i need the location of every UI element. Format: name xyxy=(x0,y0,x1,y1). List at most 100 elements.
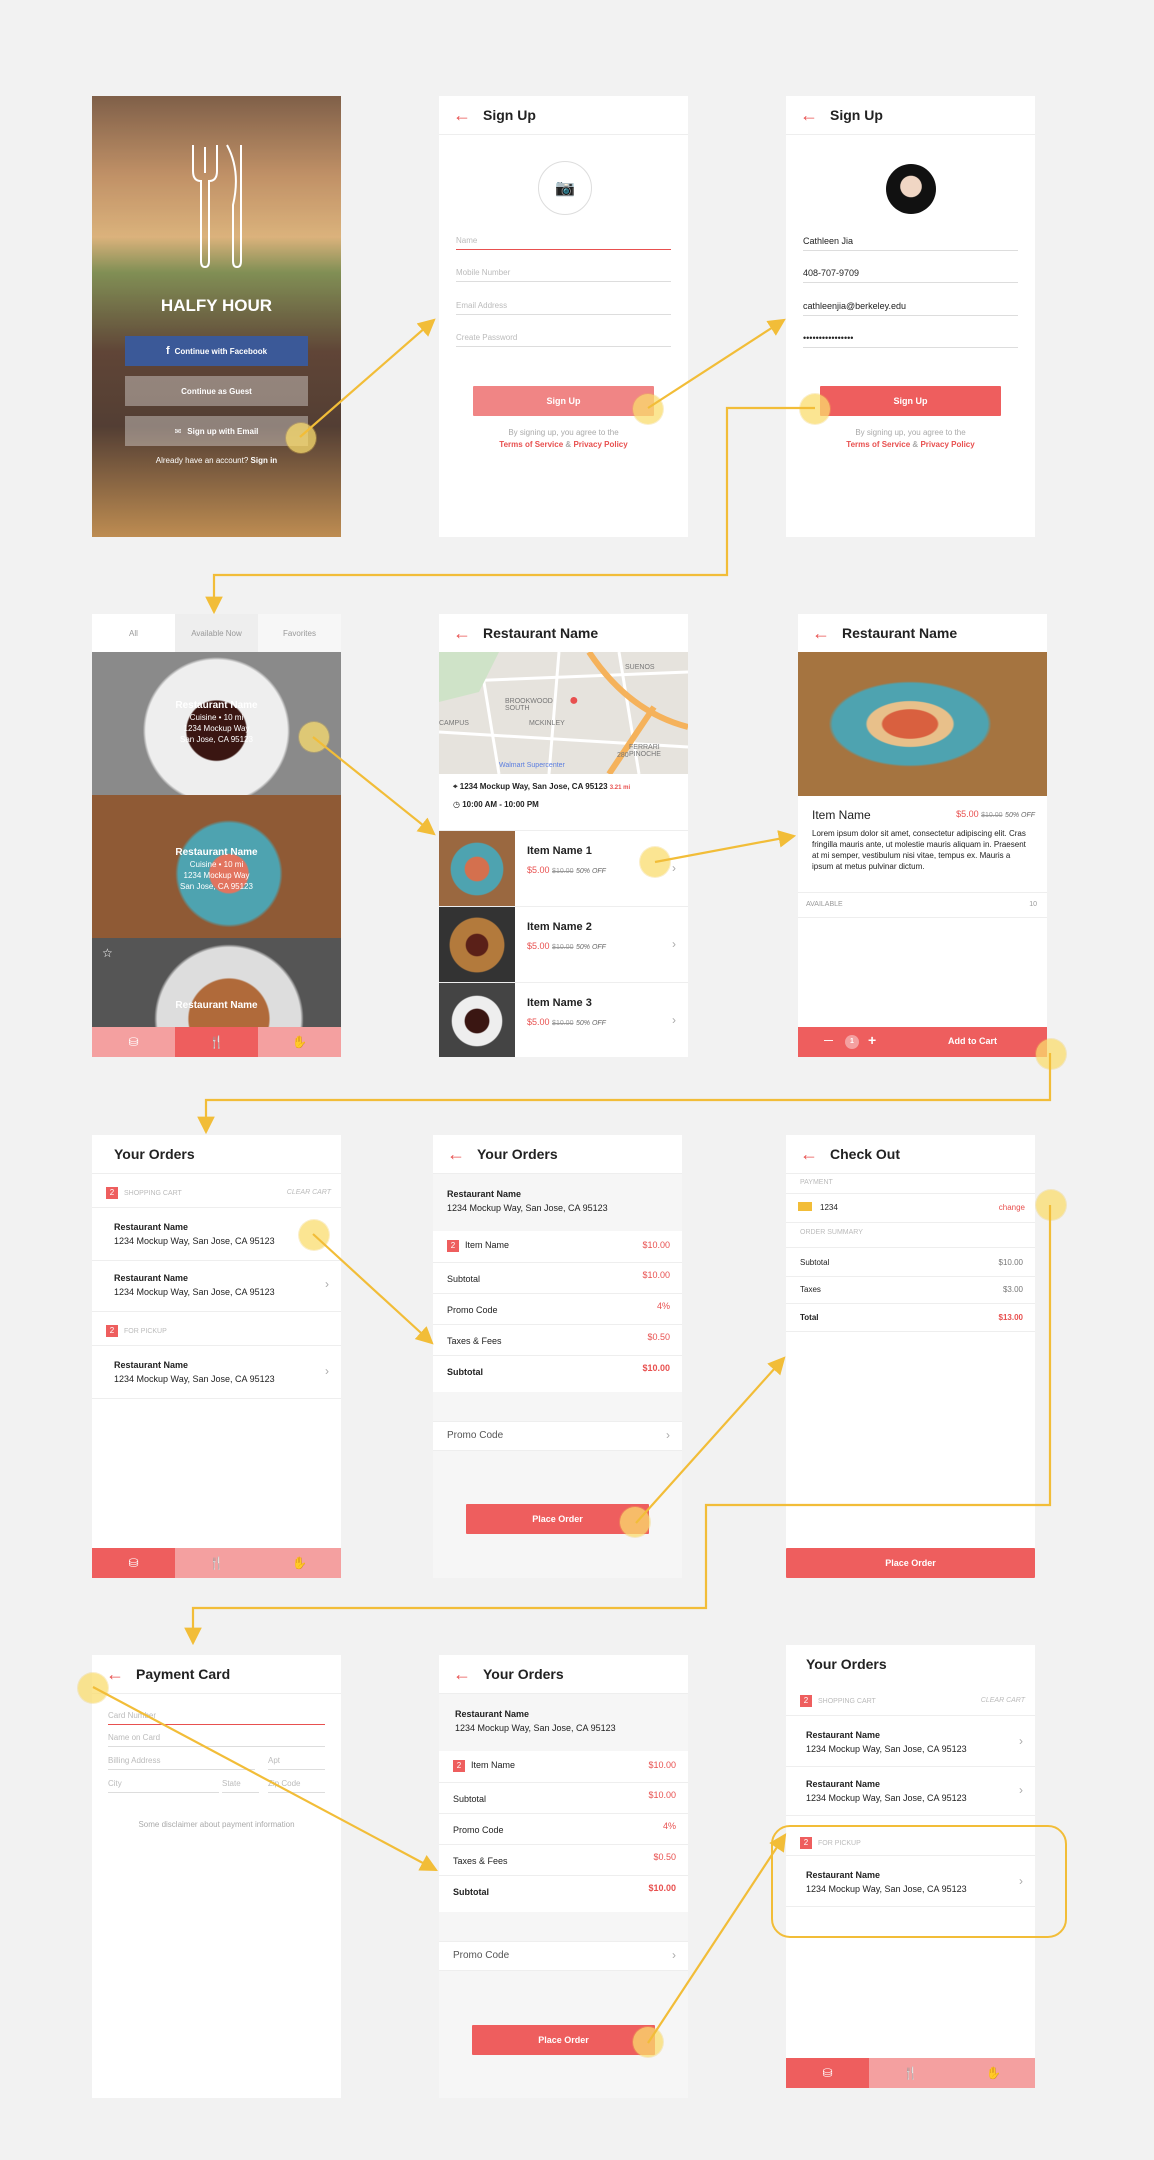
star-icon[interactable]: ☆ xyxy=(102,946,113,960)
fork-knife-icon[interactable]: 🍴 xyxy=(175,1027,258,1057)
signin-link[interactable]: Sign in xyxy=(251,456,278,465)
bottom-tab-bar: ⛁ 🍴 ✋ xyxy=(786,2058,1035,2088)
tab-favorites[interactable]: Favorites xyxy=(258,614,341,652)
terms-link[interactable]: Terms of Service xyxy=(499,440,563,449)
promo-code-row[interactable]: Promo Code › xyxy=(439,1941,688,1971)
promo-code-row[interactable]: Promo Code › xyxy=(433,1421,682,1451)
line-item: 2 Item Name $10.00 xyxy=(439,1751,688,1783)
map-label: SUENOS xyxy=(625,664,655,671)
hours: 10:00 AM - 10:00 PM xyxy=(462,800,539,809)
name-field[interactable]: Name xyxy=(456,236,671,250)
tab-all[interactable]: All xyxy=(92,614,175,652)
item-detail-screen: ← Restaurant Name Item Name $5.00 $10.00 … xyxy=(798,614,1047,1057)
payment-method-row[interactable]: 1234 change xyxy=(786,1193,1035,1223)
order-row[interactable]: Restaurant Name 1234 Mockup Way, San Jose… xyxy=(92,1259,341,1312)
zip-code-field[interactable]: Zip Code xyxy=(268,1779,325,1793)
taxes-row: Taxes & Fees $0.50 xyxy=(433,1324,682,1356)
name-field[interactable]: Cathleen Jia xyxy=(803,236,1018,251)
email-field[interactable]: Email Address xyxy=(456,301,671,315)
back-arrow-icon[interactable]: ← xyxy=(453,106,471,124)
hand-icon[interactable]: ✋ xyxy=(952,2058,1035,2088)
page-title: Your Orders xyxy=(483,1666,564,1682)
subtotal-row: Subtotal $10.00 xyxy=(433,1262,682,1294)
city-field[interactable]: City xyxy=(108,1779,219,1793)
restaurant-name: Restaurant Name xyxy=(455,1709,530,1719)
card-last-digits: 1234 xyxy=(820,1203,838,1212)
back-arrow-icon[interactable]: ← xyxy=(812,624,830,642)
restaurant-screen: ← Restaurant Name SUENOS BROOKWOOD SOUTH … xyxy=(439,614,688,1057)
basket-icon[interactable]: ⛁ xyxy=(786,2058,869,2088)
billing-address-field[interactable]: Billing Address xyxy=(108,1756,255,1770)
privacy-link[interactable]: Privacy Policy xyxy=(573,440,627,449)
card-number-field[interactable]: Card Number xyxy=(108,1711,325,1725)
order-row[interactable]: Restaurant Name 1234 Mockup Way, San Jose… xyxy=(786,1855,1035,1907)
map-label: FERRARI PINOCHE xyxy=(629,744,661,758)
privacy-link[interactable]: Privacy Policy xyxy=(920,440,974,449)
login-screen: HALFY HOUR f Continue with Facebook Conti… xyxy=(92,96,341,537)
order-row[interactable]: Restaurant Name 1234 Mockup Way, San Jose… xyxy=(786,1715,1035,1767)
order-row[interactable]: Restaurant Name 1234 Mockup Way, San Jose… xyxy=(786,1765,1035,1816)
menu-item[interactable]: Item Name 3 $5.00 $10.00 50% OFF › xyxy=(439,982,688,1057)
order-row[interactable]: Restaurant Name 1234 Mockup Way, San Jose… xyxy=(92,1345,341,1399)
feed-screen: All Available Now Favorites Restaurant N… xyxy=(92,614,341,1057)
back-arrow-icon[interactable]: ← xyxy=(453,624,471,642)
guest-button[interactable]: Continue as Guest xyxy=(125,376,308,406)
restaurant-card[interactable]: Restaurant Name Cuisine • 10 mi 1234 Moc… xyxy=(92,652,341,795)
facebook-button[interactable]: f Continue with Facebook xyxy=(125,336,308,366)
envelope-icon: ✉ xyxy=(174,426,182,436)
fork-knife-icon[interactable]: 🍴 xyxy=(175,1548,258,1578)
orders-screen: Your Orders 2 SHOPPING CART CLEAR CART Re… xyxy=(92,1135,341,1578)
back-arrow-icon[interactable]: ← xyxy=(453,1665,471,1683)
item-description: Lorem ipsum dolor sit amet, consectetur … xyxy=(812,829,1026,871)
chevron-right-icon: › xyxy=(325,1364,329,1378)
taxes-row: Taxes $3.00 xyxy=(786,1275,1035,1304)
line-item: 2 Item Name $10.00 xyxy=(433,1231,682,1263)
restaurant-card[interactable]: Restaurant Name Cuisine • 10 mi 1234 Moc… xyxy=(92,795,341,938)
back-arrow-icon[interactable]: ← xyxy=(447,1145,465,1163)
basket-icon[interactable]: ⛁ xyxy=(92,1027,175,1057)
email-field[interactable]: cathleenjia@berkeley.edu xyxy=(803,301,1018,316)
hand-icon[interactable]: ✋ xyxy=(258,1548,341,1578)
restaurant-card[interactable]: ☆ Restaurant Name xyxy=(92,938,341,1028)
back-arrow-icon[interactable]: ← xyxy=(106,1665,124,1683)
cart-count-badge: 2 xyxy=(106,1187,118,1199)
map[interactable]: SUENOS BROOKWOOD SOUTH MCKINLEY CAMPUS F… xyxy=(439,652,688,774)
distance: 3.21 mi xyxy=(609,785,631,791)
password-field[interactable]: Create Password xyxy=(456,333,671,347)
place-order-button[interactable]: Place Order xyxy=(472,2025,655,2055)
menu-item[interactable]: Item Name 2 $5.00 $10.00 50% OFF › xyxy=(439,906,688,983)
item-discount: 50% OFF xyxy=(575,1020,606,1027)
password-field[interactable]: •••••••••••••••• xyxy=(803,333,1018,348)
photo-picker[interactable]: 📷 xyxy=(538,161,592,215)
restaurant-address: 1234 Mockup Way, San Jose, CA 95123 xyxy=(114,1287,275,1297)
add-to-cart-button[interactable]: Add to Cart xyxy=(948,1036,997,1046)
change-link[interactable]: change xyxy=(999,1203,1025,1212)
chevron-right-icon: › xyxy=(1019,1734,1023,1748)
back-arrow-icon[interactable]: ← xyxy=(800,106,818,124)
pin-icon: ● xyxy=(569,692,579,709)
signup-button[interactable]: Sign Up xyxy=(820,386,1001,416)
state-field[interactable]: State xyxy=(222,1779,259,1793)
mobile-field[interactable]: 408-707-9709 xyxy=(803,268,1018,283)
card-name: Restaurant Name xyxy=(175,1000,258,1011)
restaurant-address: 1234 Mockup Way, San Jose, CA 95123 xyxy=(806,1884,967,1894)
email-signup-button[interactable]: ✉ Sign up with Email xyxy=(125,416,308,446)
place-order-button[interactable]: Place Order xyxy=(786,1548,1035,1578)
terms-line: By signing up, you agree to the xyxy=(508,428,619,437)
restaurant-address: 1234 Mockup Way, San Jose, CA 95123 xyxy=(806,1744,967,1754)
plus-button[interactable]: + xyxy=(868,1032,876,1048)
clear-cart-button[interactable]: CLEAR CART xyxy=(287,1189,331,1196)
mobile-field[interactable]: Mobile Number xyxy=(456,268,671,282)
tab-available-now[interactable]: Available Now xyxy=(175,614,258,652)
minus-button[interactable]: — xyxy=(824,1035,833,1045)
apt-field[interactable]: Apt xyxy=(268,1756,325,1770)
signup-button[interactable]: Sign Up xyxy=(473,386,654,416)
clear-cart-button[interactable]: CLEAR CART xyxy=(981,1697,1025,1704)
terms-link[interactable]: Terms of Service xyxy=(846,440,910,449)
avatar[interactable] xyxy=(886,164,936,214)
hand-icon[interactable]: ✋ xyxy=(258,1027,341,1057)
fork-knife-icon[interactable]: 🍴 xyxy=(869,2058,952,2088)
back-arrow-icon[interactable]: ← xyxy=(800,1145,818,1163)
name-on-card-field[interactable]: Name on Card xyxy=(108,1733,325,1747)
basket-icon[interactable]: ⛁ xyxy=(92,1548,175,1578)
